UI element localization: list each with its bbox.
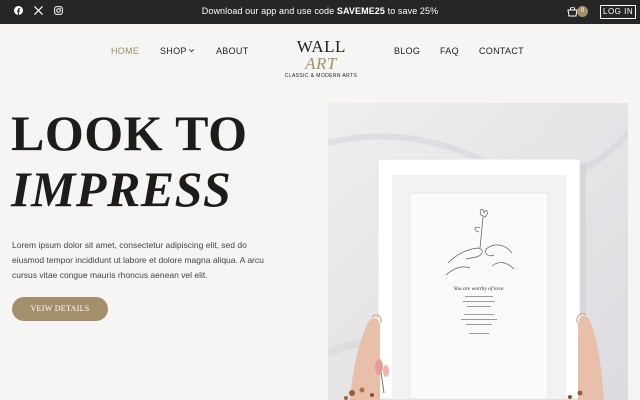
chevron-down-icon (188, 48, 194, 53)
hero-image: You are worthy of love. (328, 103, 628, 400)
logo-tagline: CLASSIC & MODERN ARTS (284, 73, 358, 79)
cart-button[interactable]: 0 (567, 6, 589, 18)
logo-wordmark: WALL ART (279, 38, 363, 72)
promo-prefix: Download our app and use code (201, 6, 337, 16)
view-details-button[interactable]: VEIW DETAILS (12, 297, 108, 321)
promo-suffix: to save 25% (385, 6, 439, 16)
hero-heading-line1: LOOK TO (11, 105, 248, 161)
logo-art: ART (305, 54, 337, 73)
nav-shop-label: SHOP (160, 46, 187, 56)
login-button[interactable]: LOG IN (600, 5, 637, 19)
promo-text: Download our app and use code SAVEME25 t… (0, 6, 640, 16)
hero-description: Lorem ipsum dolor sit amet, consectetur … (12, 240, 264, 280)
site-logo[interactable]: WALL ART CLASSIC & MODERN ARTS (279, 38, 363, 79)
framed-print-illustration: You are worthy of love. (328, 103, 628, 400)
print-caption: You are worthy of love. (454, 285, 505, 292)
promo-code: SAVEME25 (336, 6, 386, 16)
hero-heading-line2: IMPRESS (11, 161, 232, 217)
nav-contact[interactable]: CONTACT (479, 46, 524, 56)
nav-shop[interactable]: SHOP (160, 46, 194, 56)
cart-count-badge: 0 (577, 6, 588, 17)
announcement-bar: Download our app and use code SAVEME25 t… (0, 0, 640, 24)
nav-blog[interactable]: BLOG (394, 46, 420, 56)
nav-home[interactable]: HOME (111, 46, 139, 56)
nav-about[interactable]: ABOUT (216, 46, 249, 56)
nav-faq[interactable]: FAQ (440, 46, 459, 56)
